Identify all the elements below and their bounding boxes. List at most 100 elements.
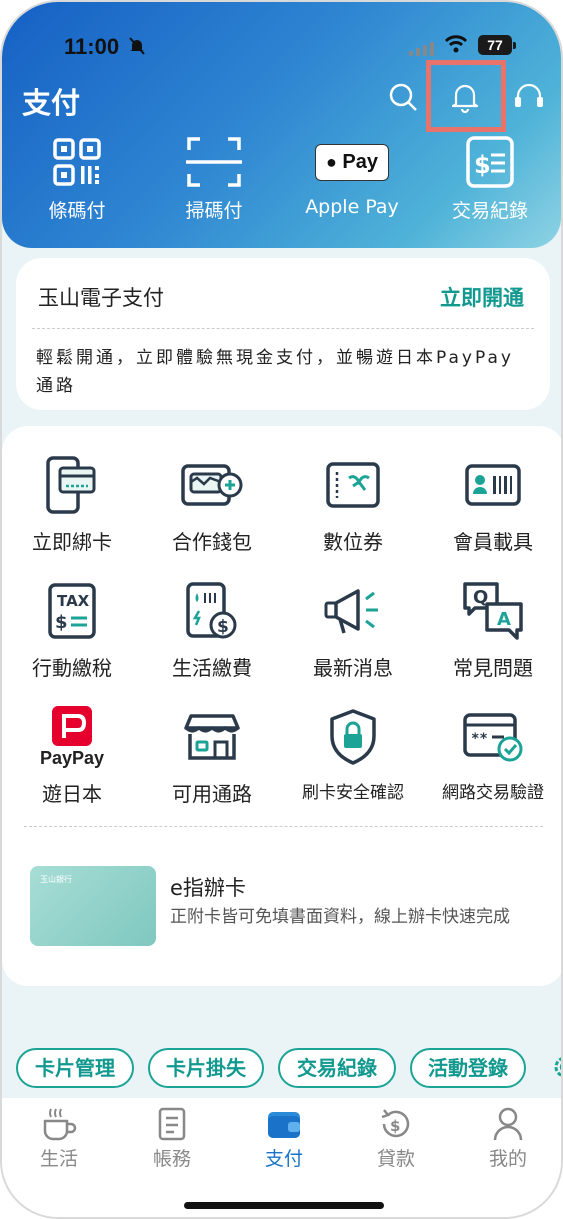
chip-transaction-record[interactable]: 交易紀錄 — [278, 1048, 396, 1088]
tax-payment-icon: TAX $ — [48, 583, 96, 639]
quick-transaction-record[interactable]: $ 交易紀錄 — [425, 134, 555, 223]
tax-icon-text: TAX — [57, 592, 90, 610]
service-faq[interactable]: Q A 常見問題 — [423, 576, 561, 681]
tab-account[interactable]: 帳務 — [122, 1104, 222, 1171]
battery-indicator: 77 — [478, 35, 516, 55]
tab-life[interactable]: 生活 — [9, 1104, 109, 1171]
service-news[interactable]: 最新消息 — [283, 576, 423, 681]
quick-label: 掃碼付 — [185, 200, 243, 222]
signal-icon — [409, 42, 434, 56]
quick-apple-pay[interactable]: ● Pay Apple Pay — [287, 134, 417, 218]
partner-wallet-icon — [181, 464, 243, 506]
service-label: 遊日本 — [42, 782, 102, 806]
tab-mine[interactable]: 我的 — [458, 1104, 558, 1171]
bind-card-icon — [46, 456, 96, 514]
service-tax-payment[interactable]: TAX $ 行動繳稅 — [2, 576, 142, 681]
service-store[interactable]: 可用通路 — [142, 702, 282, 807]
service-label: 最新消息 — [313, 656, 393, 680]
service-label: 常見問題 — [453, 656, 533, 680]
barcode-pay-icon — [53, 138, 101, 186]
svg-text:$: $ — [55, 612, 68, 633]
security-lock-icon — [330, 709, 376, 765]
search-icon[interactable] — [386, 80, 420, 114]
service-online-verify[interactable]: ** 網路交易驗證 — [423, 702, 561, 803]
service-label: 行動繳稅 — [32, 656, 112, 680]
service-label: 生活繳費 — [172, 656, 252, 680]
divider — [32, 328, 534, 329]
service-label: 數位券 — [323, 530, 383, 554]
quick-label: 交易紀錄 — [451, 200, 528, 222]
bill-payment-icon: $ — [186, 582, 237, 639]
loan-icon: $ — [381, 1109, 410, 1138]
news-megaphone-icon — [324, 589, 378, 634]
tab-label: 帳務 — [152, 1148, 191, 1170]
status-time: 11:00 — [64, 34, 120, 59]
activate-now-link[interactable]: 立即開通 — [440, 282, 524, 312]
quick-barcode-pay[interactable]: 條碼付 — [12, 134, 142, 223]
phone-screen: 11:00 77 支付 條碼付 掃碼付 ● Pay Apple Pay $ 交易… — [0, 0, 563, 1219]
services-panel: 立即綁卡 合作錢包 數位券 會員載具 TAX $ 行動繳稅 $ 生活繳費 最新消… — [2, 426, 561, 986]
quick-scan-pay[interactable]: 掃碼付 — [149, 134, 279, 223]
service-bill-payment[interactable]: $ 生活繳費 — [142, 576, 282, 681]
tab-label: 我的 — [488, 1148, 527, 1170]
svg-text:$: $ — [390, 1117, 400, 1135]
tab-label: 貸款 — [376, 1148, 415, 1170]
chip-event-registration[interactable]: 活動登錄 — [410, 1048, 526, 1088]
page-title: 支付 — [22, 86, 81, 120]
digital-coupon-icon — [326, 462, 380, 508]
quick-actions-row: 條碼付 掃碼付 ● Pay Apple Pay $ 交易紀錄 — [2, 134, 561, 234]
faq-a-text: A — [497, 609, 511, 630]
wifi-icon — [444, 35, 468, 53]
service-label: 立即綁卡 — [32, 530, 112, 554]
store-icon — [184, 714, 240, 760]
epay-title: 玉山電子支付 — [38, 286, 164, 310]
wallet-icon — [268, 1112, 300, 1138]
tab-label: 支付 — [264, 1148, 303, 1170]
credit-card-image[interactable]: 玉山銀行 — [30, 866, 156, 946]
card-bank-name: 玉山銀行 — [40, 875, 72, 884]
scan-pay-icon — [186, 137, 242, 187]
paypay-brand: PayPay — [39, 747, 105, 768]
epay-card: 玉山電子支付 立即開通 輕鬆開通，立即體驗無現金支付，並暢遊日本PayPay通路 — [16, 258, 550, 410]
tab-label: 生活 — [39, 1148, 78, 1170]
service-digital-coupon[interactable]: 數位券 — [283, 450, 423, 555]
service-paypay-japan[interactable]: PayPay 遊日本 — [2, 702, 142, 807]
member-carrier-icon — [465, 464, 521, 506]
gear-icon[interactable] — [550, 1052, 563, 1082]
person-icon — [493, 1107, 523, 1141]
svg-text:$: $ — [217, 617, 229, 637]
svg-text:**: ** — [471, 731, 488, 747]
apple-pay-icon: ● Pay — [314, 143, 390, 181]
service-partner-wallet[interactable]: 合作錢包 — [142, 450, 282, 555]
tab-loan[interactable]: $ 貸款 — [346, 1104, 446, 1171]
service-label: 可用通路 — [172, 782, 252, 806]
apple-logo-icon: ● — [325, 151, 337, 172]
bottom-tab-bar: 生活 帳務 支付 $ 貸款 我的 — [2, 1098, 561, 1217]
promo-description: 正附卡皆可免填書面資料，線上辦卡快速完成 — [170, 907, 510, 927]
service-member-carrier[interactable]: 會員載具 — [423, 450, 561, 555]
promo-title[interactable]: e指辦卡 — [170, 872, 246, 902]
chip-card-lost[interactable]: 卡片掛失 — [148, 1048, 264, 1088]
highlight-box — [426, 60, 506, 132]
coffee-icon — [43, 1108, 77, 1141]
header-banner: 11:00 77 支付 條碼付 掃碼付 ● Pay Apple Pay $ 交易… — [2, 2, 561, 248]
service-card-security[interactable]: 刷卡安全確認 — [283, 702, 423, 803]
bell-mute-icon — [129, 37, 145, 55]
status-bar: 11:00 77 — [2, 32, 561, 62]
tab-payment[interactable]: 支付 — [234, 1104, 334, 1171]
bill-icon — [158, 1107, 186, 1141]
home-indicator[interactable] — [184, 1202, 384, 1209]
headset-icon[interactable] — [512, 80, 546, 114]
paypay-icon — [52, 705, 92, 746]
divider — [24, 826, 543, 827]
faq-icon: Q A — [463, 582, 523, 640]
service-label: 會員載具 — [453, 530, 533, 554]
apple-pay-badge: Pay — [342, 150, 379, 173]
service-bind-card[interactable]: 立即綁卡 — [2, 450, 142, 555]
quick-label: Apple Pay — [305, 196, 399, 218]
svg-text:$: $ — [474, 151, 491, 179]
chip-card-management[interactable]: 卡片管理 — [16, 1048, 134, 1088]
quick-label: 條碼付 — [48, 200, 106, 222]
service-label: 網路交易驗證 — [442, 783, 544, 803]
transaction-record-icon: $ — [466, 136, 514, 188]
